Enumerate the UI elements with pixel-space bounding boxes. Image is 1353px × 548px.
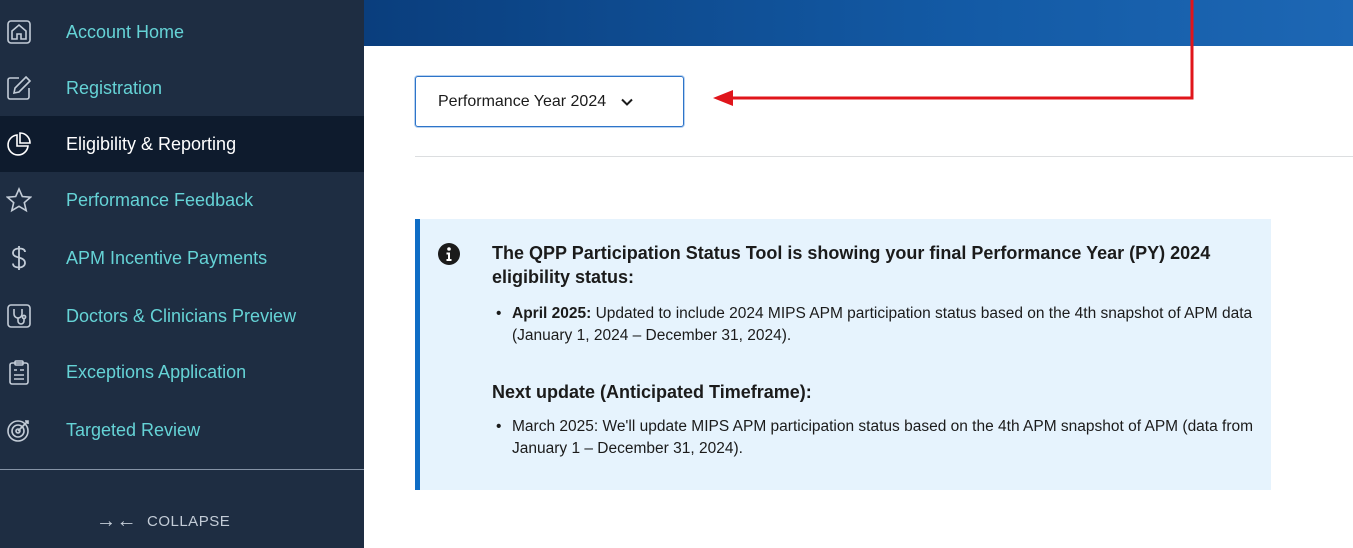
sidebar: Account Home Registration Eligibility & … [0,0,364,548]
dollar-icon [6,245,32,271]
sidebar-item-performance-feedback[interactable]: Performance Feedback [0,172,364,228]
stethoscope-icon [6,303,32,329]
collapse-button[interactable]: →← COLLAPSE [96,508,230,534]
sidebar-item-exceptions-application[interactable]: Exceptions Application [0,344,364,400]
sidebar-item-registration[interactable]: Registration [0,60,364,116]
collapse-arrows-icon: →← [96,509,137,532]
sidebar-item-label: Targeted Review [66,419,201,440]
alert-bullet-2: March 2025: We'll update MIPS APM partic… [494,416,1254,460]
sidebar-item-account-home[interactable]: Account Home [0,4,364,60]
performance-year-value: Performance Year 2024 [438,92,607,110]
pie-chart-icon [6,131,32,157]
sidebar-divider [0,469,364,470]
alert-bullet-1: April 2025: Updated to include 2024 MIPS… [494,303,1254,347]
alert-title: The QPP Participation Status Tool is sho… [492,243,1211,287]
alert-bullet-1-text: Updated to include 2024 MIPS APM partici… [512,305,1253,344]
performance-year-select[interactable]: Performance Year 2024 [415,76,684,127]
sidebar-item-label: Exceptions Application [66,361,247,382]
sidebar-item-label: Account Home [66,21,185,42]
home-icon [6,19,32,45]
star-icon [6,187,32,213]
collapse-label: COLLAPSE [147,512,231,530]
top-header-bar [364,0,1353,46]
alert-bullet-1-date: April 2025: [512,305,592,322]
sidebar-item-doctors-clinicians-preview[interactable]: Doctors & Clinicians Preview [0,288,364,344]
edit-icon [6,75,32,101]
target-icon [6,417,32,443]
info-icon [438,243,460,265]
sidebar-item-targeted-review[interactable]: Targeted Review [0,402,364,458]
section-divider [415,156,1353,157]
sidebar-item-apm-incentive-payments[interactable]: APM Incentive Payments [0,230,364,286]
sidebar-item-label: Eligibility & Reporting [66,133,237,154]
sidebar-item-eligibility-reporting[interactable]: Eligibility & Reporting [0,116,364,172]
alert-subtitle: Next update (Anticipated Timeframe): [492,382,812,402]
sidebar-item-label: Registration [66,77,163,98]
sidebar-item-label: Doctors & Clinicians Preview [66,305,297,326]
chevron-down-icon [621,98,633,106]
clipboard-icon [6,359,32,385]
sidebar-item-label: APM Incentive Payments [66,247,268,268]
sidebar-item-label: Performance Feedback [66,189,254,210]
info-alert: The QPP Participation Status Tool is sho… [415,219,1271,490]
